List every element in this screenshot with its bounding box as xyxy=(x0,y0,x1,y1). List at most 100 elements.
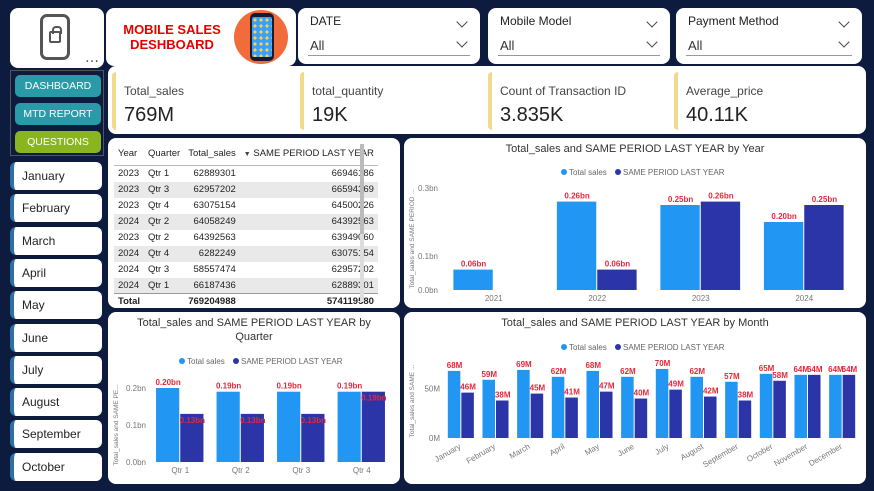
more-options-icon[interactable]: … xyxy=(85,50,100,66)
data-label: 0.19bn xyxy=(361,394,386,403)
bar-total-sales xyxy=(621,376,634,438)
kpi-total-quantity: total_quantity 19K xyxy=(300,72,480,130)
data-label: 62M xyxy=(551,367,567,376)
month-june[interactable]: June xyxy=(10,323,102,352)
data-label: 58M xyxy=(772,371,788,380)
month-august[interactable]: August xyxy=(10,388,102,417)
legend-marker-same-period xyxy=(233,358,239,364)
dashboard-button[interactable]: DASHBOARD xyxy=(15,75,101,97)
month-february[interactable]: February xyxy=(10,194,102,223)
table-cell: 2023 xyxy=(118,232,140,243)
table-cell: 64392563 xyxy=(239,213,378,230)
chevron-down-icon[interactable] xyxy=(838,36,850,48)
month-october[interactable]: October xyxy=(10,452,102,481)
month-april[interactable]: April xyxy=(10,258,102,287)
table-total-cell: Total xyxy=(114,293,144,308)
table-cell: Qtr 2 xyxy=(144,213,185,230)
y-tick-label: 50M xyxy=(424,385,440,394)
title-card: MOBILE SALES DESHBOARD xyxy=(106,8,296,66)
kpi-value: 19K xyxy=(312,104,348,126)
bar-total-sales xyxy=(216,391,240,462)
column-header-total-sales[interactable]: Total_sales xyxy=(184,144,240,166)
mobile-model-filter[interactable]: Mobile Model All xyxy=(488,8,670,64)
data-label: 47M xyxy=(599,382,615,391)
data-label: 0.26bn xyxy=(708,192,733,201)
mtd-report-button[interactable]: MTD REPORT xyxy=(15,103,101,125)
payment-method-filter-value[interactable]: All xyxy=(688,38,702,53)
x-tick-label: July xyxy=(654,442,671,457)
kpi-label: Average_price xyxy=(686,84,764,98)
bar-total-sales xyxy=(337,391,361,462)
phone-lock-icon xyxy=(40,14,70,60)
sort-descending-icon: ▼ xyxy=(243,151,251,158)
payment-method-filter[interactable]: Payment Method All xyxy=(676,8,862,64)
bar-total-sales xyxy=(156,388,180,462)
month-september[interactable]: September xyxy=(10,420,102,449)
x-tick-label: August xyxy=(679,442,706,463)
y-tick-label: 0.1bn xyxy=(418,252,438,261)
chart-by-quarter: Total_sales and SAME PERIOD LAST YEAR by… xyxy=(108,312,400,484)
data-label: 49M xyxy=(668,380,684,389)
chevron-down-icon[interactable] xyxy=(456,16,468,28)
table-cell: Qtr 3 xyxy=(144,181,185,198)
date-filter[interactable]: DATE All xyxy=(298,8,480,64)
table-scrollbar[interactable] xyxy=(360,144,364,302)
month-march[interactable]: March xyxy=(10,226,102,255)
bar-same-period xyxy=(565,397,578,438)
data-label: 0.25bn xyxy=(812,195,837,204)
nav-panel: DASHBOARD MTD REPORT QUESTIONS xyxy=(10,70,104,156)
data-label: 46M xyxy=(460,383,476,392)
column-header-same-period[interactable]: ▼ SAME PERIOD LAST YEAR xyxy=(239,144,378,166)
data-label: 0.20bn xyxy=(771,212,796,221)
x-tick-label: January xyxy=(433,442,462,464)
data-label: 62M xyxy=(689,367,705,376)
kpi-value: 769M xyxy=(124,104,175,126)
table-cell: 2024 xyxy=(114,213,144,230)
table-total-cell xyxy=(144,293,185,308)
chevron-down-icon[interactable] xyxy=(646,16,658,28)
data-label: 42M xyxy=(703,387,719,396)
legend-label-total-sales: Total sales xyxy=(569,168,607,177)
kpi-label: Count of Transaction ID xyxy=(500,84,627,98)
column-header-year[interactable]: Year xyxy=(114,144,144,166)
table-row: 2023 Qtr 2 64392563 63949060 xyxy=(114,230,378,246)
data-label: 0.06bn xyxy=(461,260,486,269)
chevron-down-icon[interactable] xyxy=(838,16,850,28)
kpi-label: total_quantity xyxy=(312,84,384,98)
date-filter-value[interactable]: All xyxy=(310,38,324,53)
table-cell: 2023 xyxy=(118,168,140,180)
data-label: 0.19bn xyxy=(216,382,241,391)
x-tick-label: 2022 xyxy=(588,294,606,303)
chevron-down-icon[interactable] xyxy=(456,36,468,48)
month-january[interactable]: January xyxy=(10,162,102,190)
bar-total-sales xyxy=(660,205,700,290)
month-july[interactable]: July xyxy=(10,355,102,384)
bar-total-sales xyxy=(690,376,703,438)
bar-total-sales xyxy=(277,391,301,462)
data-label: 57M xyxy=(724,372,740,381)
table-row: 2024 Qtr 3 58557474 62957202 xyxy=(114,262,378,278)
y-axis-label: Total_sales and SAME ... xyxy=(409,364,416,437)
bar-total-sales xyxy=(829,374,842,438)
kpi-total-sales: Total_sales 769M xyxy=(112,72,292,130)
table-cell: 2023 xyxy=(118,200,140,211)
questions-button[interactable]: QUESTIONS xyxy=(15,131,101,153)
x-tick-label: May xyxy=(583,442,601,457)
mobile-model-filter-value[interactable]: All xyxy=(500,38,514,53)
bar-same-period xyxy=(496,400,509,438)
bar-total-sales xyxy=(655,368,669,438)
table-cell: 2023 xyxy=(114,181,144,198)
table-cell: 63075154 xyxy=(239,245,378,262)
kpi-transaction-count: Count of Transaction ID 3.835K xyxy=(488,72,668,130)
data-label: 68M xyxy=(447,361,463,370)
bar-same-period xyxy=(738,400,752,438)
column-header-quarter[interactable]: Quarter xyxy=(144,144,185,166)
x-tick-label: Qtr 4 xyxy=(353,466,371,475)
table-cell: 66946186 xyxy=(331,168,374,180)
chevron-down-icon[interactable] xyxy=(646,36,658,48)
legend-marker-total-sales xyxy=(561,344,567,350)
table-cell: 62957202 xyxy=(184,181,240,198)
table-cell: Qtr 3 xyxy=(148,264,170,275)
payment-method-filter-label: Payment Method xyxy=(688,14,779,28)
month-may[interactable]: May xyxy=(10,291,102,320)
